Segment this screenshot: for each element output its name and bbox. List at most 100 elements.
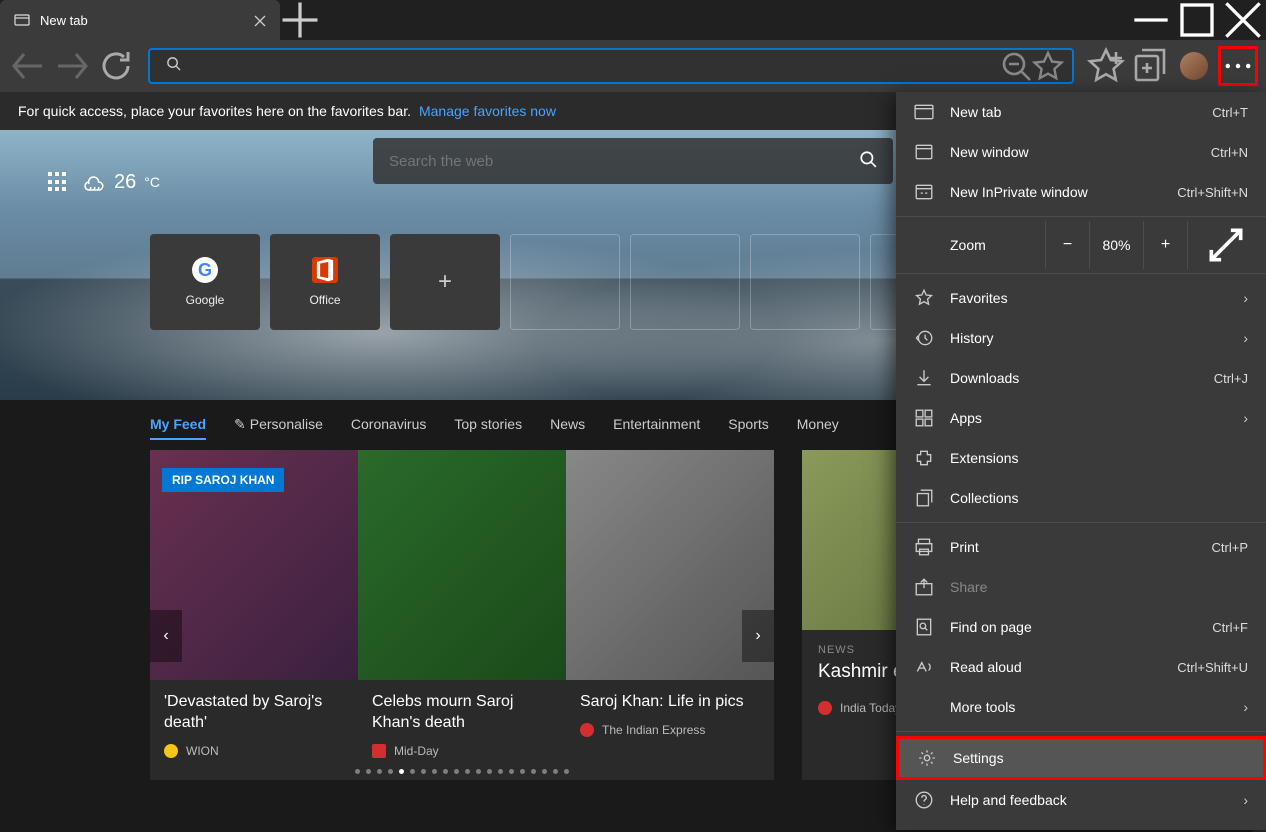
help-icon: [914, 790, 934, 810]
menu-more-tools[interactable]: More tools ›: [896, 687, 1266, 727]
feed-tab-news[interactable]: News: [550, 416, 585, 440]
feed-tab-money[interactable]: Money: [797, 416, 839, 440]
menu-find[interactable]: Find on page Ctrl+F: [896, 607, 1266, 647]
source-icon: [818, 701, 832, 715]
more-menu-button[interactable]: [1218, 46, 1258, 86]
inprivate-icon: [914, 182, 934, 202]
carousel: ‹ › RIP SAROJ KHAN 'Devastated by Saroj'…: [150, 450, 774, 780]
zoom-out-button[interactable]: −: [1046, 221, 1090, 269]
menu-settings[interactable]: Settings: [896, 736, 1266, 780]
apps-icon: [914, 408, 934, 428]
favorites-button[interactable]: [1086, 46, 1126, 86]
manage-favorites-link[interactable]: Manage favorites now: [419, 103, 556, 119]
window-icon: [914, 142, 934, 162]
history-icon: [914, 328, 934, 348]
close-window-button[interactable]: [1220, 0, 1266, 40]
menu-history[interactable]: History ›: [896, 318, 1266, 358]
collections-button[interactable]: [1130, 46, 1170, 86]
window-controls: [1128, 0, 1266, 40]
menu-inprivate[interactable]: New InPrivate window Ctrl+Shift+N: [896, 172, 1266, 212]
chevron-right-icon: ›: [1243, 290, 1248, 306]
tile-empty[interactable]: [750, 234, 860, 330]
office-icon: [312, 257, 338, 283]
tile-label: Google: [186, 293, 225, 307]
card-title: 'Devastated by Saroj's death': [164, 692, 344, 734]
web-search-input[interactable]: [389, 153, 859, 170]
menu-print[interactable]: Print Ctrl+P: [896, 527, 1266, 567]
menu-new-window[interactable]: New window Ctrl+N: [896, 132, 1266, 172]
gear-icon: [917, 748, 937, 768]
extensions-icon: [914, 448, 934, 468]
fullscreen-button[interactable]: [1204, 223, 1248, 267]
chevron-right-icon: ›: [1243, 699, 1248, 715]
temperature-unit: °C: [144, 174, 160, 190]
browser-tab[interactable]: New tab: [0, 0, 280, 40]
menu-favorites[interactable]: Favorites ›: [896, 278, 1266, 318]
source-icon: [164, 744, 178, 758]
menu-collections[interactable]: Collections: [896, 478, 1266, 518]
minimize-button[interactable]: [1128, 0, 1174, 40]
address-input[interactable]: [189, 58, 1000, 74]
tile-add[interactable]: +: [390, 234, 500, 330]
maximize-button[interactable]: [1174, 0, 1220, 40]
tile-google[interactable]: G Google: [150, 234, 260, 330]
collections-icon: [914, 488, 934, 508]
forward-button[interactable]: [52, 46, 92, 86]
menu-extensions[interactable]: Extensions: [896, 438, 1266, 478]
apps-grid-icon[interactable]: [48, 172, 68, 192]
feed-tab-sports[interactable]: Sports: [728, 416, 768, 440]
feed-tab-myfeed[interactable]: My Feed: [150, 416, 206, 440]
menu-new-tab[interactable]: New tab Ctrl+T: [896, 92, 1266, 132]
refresh-button[interactable]: [96, 46, 136, 86]
carousel-dots[interactable]: [355, 769, 569, 774]
address-bar[interactable]: [148, 48, 1074, 84]
menu-downloads[interactable]: Downloads Ctrl+J: [896, 358, 1266, 398]
tile-empty[interactable]: [510, 234, 620, 330]
card-badge: RIP SAROJ KHAN: [162, 468, 284, 492]
weather-widget[interactable]: 26 °C: [82, 170, 160, 194]
carousel-next-button[interactable]: ›: [742, 610, 774, 662]
favorites-bar-text: For quick access, place your favorites h…: [18, 103, 411, 119]
menu-share: Share: [896, 567, 1266, 607]
card-image: [358, 450, 566, 680]
menu-read-aloud[interactable]: Read aloud Ctrl+Shift+U: [896, 647, 1266, 687]
find-icon: [914, 617, 934, 637]
back-button[interactable]: [8, 46, 48, 86]
settings-menu: New tab Ctrl+T New window Ctrl+N New InP…: [896, 92, 1266, 830]
google-icon: G: [192, 257, 218, 283]
plus-icon: +: [438, 268, 452, 296]
news-card[interactable]: Celebs mourn Saroj Khan's death Mid-Day: [358, 450, 566, 780]
tab-title: New tab: [40, 13, 244, 28]
tile-office[interactable]: Office: [270, 234, 380, 330]
menu-help[interactable]: Help and feedback ›: [896, 780, 1266, 820]
source-icon: [580, 723, 594, 737]
carousel-prev-button[interactable]: ‹: [150, 610, 182, 662]
tab-page-icon: [14, 12, 30, 28]
tile-empty[interactable]: [630, 234, 740, 330]
close-tab-icon[interactable]: [254, 14, 266, 26]
tile-label: Office: [309, 293, 340, 307]
profile-button[interactable]: [1174, 46, 1214, 86]
search-icon[interactable]: [859, 150, 877, 173]
web-search-box[interactable]: [373, 138, 893, 184]
menu-zoom-row: Zoom − 80% +: [896, 221, 1266, 269]
zoom-indicator-icon[interactable]: [1000, 50, 1032, 82]
card-source: India Today: [840, 701, 901, 715]
feed-tab-personalise[interactable]: ✎Personalise: [234, 416, 323, 440]
temperature-value: 26: [114, 171, 136, 194]
zoom-in-button[interactable]: +: [1144, 221, 1188, 269]
avatar: [1180, 52, 1208, 80]
print-icon: [914, 537, 934, 557]
new-tab-button[interactable]: [280, 0, 320, 40]
feed-tab-entertainment[interactable]: Entertainment: [613, 416, 700, 440]
chevron-right-icon: ›: [1243, 792, 1248, 808]
feed-tab-topstories[interactable]: Top stories: [454, 416, 522, 440]
favorite-star-icon[interactable]: [1032, 50, 1064, 82]
share-icon: [914, 577, 934, 597]
feed-tab-coronavirus[interactable]: Coronavirus: [351, 416, 426, 440]
card-title: Saroj Khan: Life in pics: [580, 692, 760, 713]
card-source: WION: [186, 744, 219, 758]
weather-icon: [82, 170, 106, 194]
zoom-label: Zoom: [950, 237, 1029, 253]
menu-apps[interactable]: Apps ›: [896, 398, 1266, 438]
